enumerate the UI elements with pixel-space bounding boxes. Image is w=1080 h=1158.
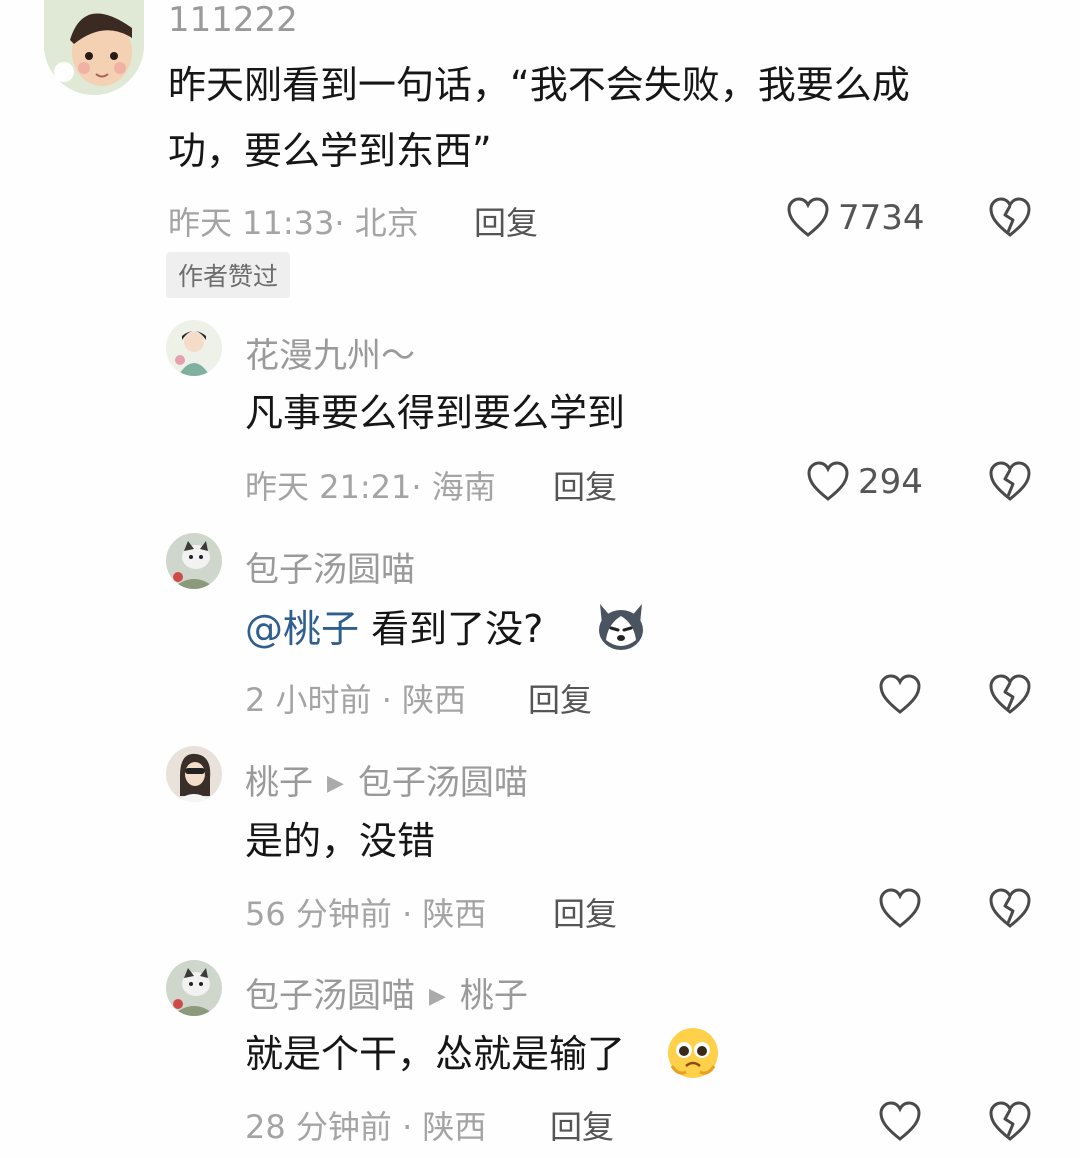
heart-icon[interactable] xyxy=(878,887,922,929)
avatar[interactable] xyxy=(166,320,222,376)
reply-button[interactable]: 回复 xyxy=(550,1102,614,1148)
triangle-right-icon: ▶ xyxy=(429,984,446,1009)
reply-username[interactable]: 包子汤圆喵 xyxy=(245,542,415,591)
broken-heart-icon[interactable] xyxy=(988,673,1032,715)
heart-icon[interactable] xyxy=(786,196,830,238)
triangle-right-icon: ▶ xyxy=(327,771,344,796)
heart-icon[interactable] xyxy=(878,673,922,715)
reply-time-location: 2 小时前 · 陕西 xyxy=(245,681,467,719)
heart-icon[interactable] xyxy=(878,1100,922,1142)
reply-to-user[interactable]: 桃子 xyxy=(460,976,528,1016)
broken-heart-icon[interactable] xyxy=(988,1100,1032,1142)
reply-to-user[interactable]: 包子汤圆喵 xyxy=(358,763,528,803)
reply-username[interactable]: 花漫九州～ xyxy=(245,328,415,377)
reply-text-body: 看到了没? xyxy=(371,607,544,651)
reply-button[interactable]: 回复 xyxy=(553,889,617,935)
reply-text: 就是个干，怂就是输了 xyxy=(245,1032,626,1076)
avatar[interactable] xyxy=(44,0,144,95)
heart-icon[interactable] xyxy=(806,460,850,502)
reply-author[interactable]: 包子汤圆喵 xyxy=(245,976,415,1016)
reply-button[interactable]: 回复 xyxy=(528,675,592,721)
broken-heart-icon[interactable] xyxy=(988,196,1032,238)
pleading-face-emoji xyxy=(666,1026,720,1080)
avatar[interactable] xyxy=(166,746,222,802)
reply-username: 桃子 ▶ 包子汤圆喵 xyxy=(245,755,528,804)
like-count: 7734 xyxy=(838,198,925,238)
reply-time-location: 28 分钟前 · 陕西 xyxy=(245,1108,487,1146)
broken-heart-icon[interactable] xyxy=(988,460,1032,502)
comment-username[interactable]: 111222 xyxy=(168,0,298,40)
avatar[interactable] xyxy=(166,533,222,589)
reply-time-location: 昨天 21:21· 海南 xyxy=(245,468,496,506)
mention-link[interactable]: @桃子 xyxy=(245,607,359,651)
reply-username: 包子汤圆喵 ▶ 桃子 xyxy=(245,968,528,1017)
author-liked-badge: 作者赞过 xyxy=(166,252,291,298)
reply-text: 凡事要么得到要么学到 xyxy=(245,391,626,435)
reply-button[interactable]: 回复 xyxy=(553,462,617,508)
broken-heart-icon[interactable] xyxy=(988,887,1032,929)
like-count: 294 xyxy=(858,462,923,502)
reply-button[interactable]: 回复 xyxy=(474,198,538,244)
comment-time-location: 昨天 11:33· 北京 xyxy=(168,204,419,242)
comment-text-line-2: 功，要么学到东西” xyxy=(168,129,492,173)
avatar[interactable] xyxy=(166,960,222,1016)
reply-text: 是的，没错 xyxy=(245,819,436,863)
comment-text-line-1: 昨天刚看到一句话，“我不会失败，我要么成 xyxy=(168,63,910,107)
reply-time-location: 56 分钟前 · 陕西 xyxy=(245,895,487,933)
reply-text: @桃子 看到了没? xyxy=(245,596,543,662)
husky-emoji xyxy=(594,600,648,654)
reply-author[interactable]: 桃子 xyxy=(245,763,313,803)
